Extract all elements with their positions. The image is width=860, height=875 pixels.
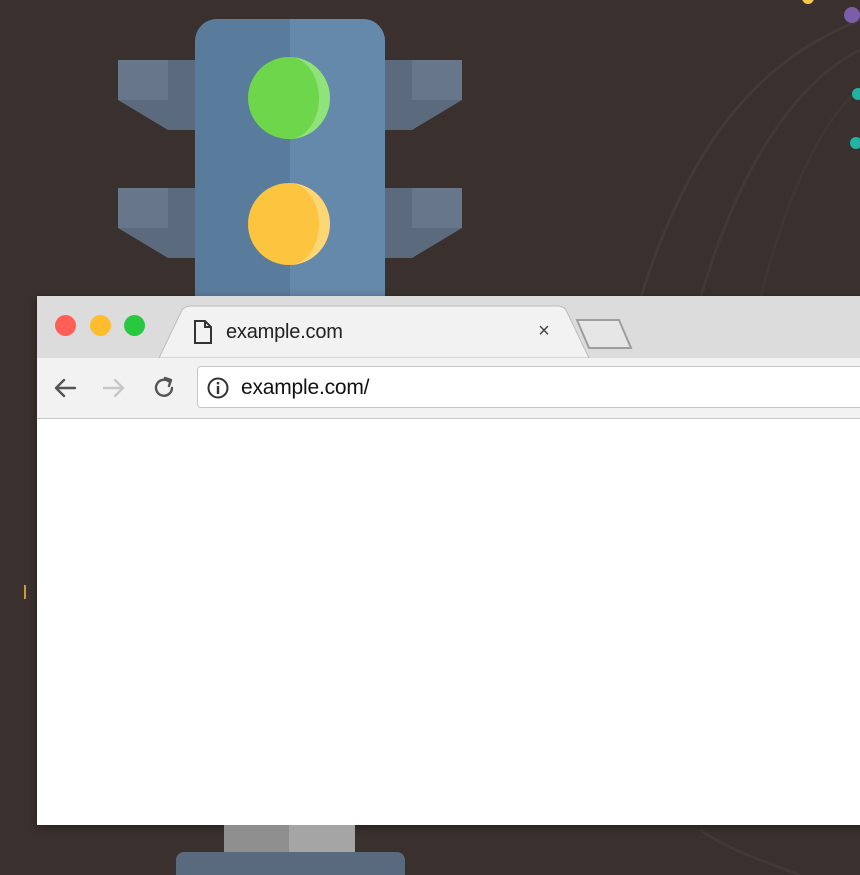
info-icon[interactable] [206, 376, 230, 400]
monitor-stand-base [176, 852, 405, 875]
browser-toolbar: example.com/ [37, 358, 860, 419]
address-bar-url[interactable]: example.com/ [241, 376, 370, 400]
tab-strip: example.com × [37, 296, 860, 358]
close-icon[interactable]: × [535, 320, 553, 342]
new-tab-icon[interactable] [575, 318, 635, 350]
back-arrow-icon[interactable] [51, 374, 79, 402]
document-icon [194, 320, 212, 344]
monitor-stand-neck-highlight [289, 825, 355, 855]
reload-icon[interactable] [150, 374, 178, 402]
address-bar[interactable]: example.com/ [197, 366, 860, 408]
forward-arrow-icon[interactable] [100, 374, 128, 402]
tab-title: example.com [226, 321, 343, 343]
desktop-scene: example.com × example.com/ [0, 0, 860, 875]
browser-window: example.com × example.com/ [37, 296, 860, 825]
small-tick-mark [24, 585, 26, 599]
page-content [37, 419, 860, 825]
